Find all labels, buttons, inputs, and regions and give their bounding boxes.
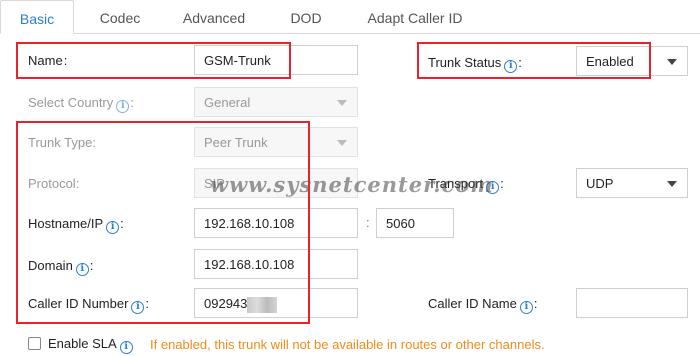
tab-codec[interactable]: Codec	[80, 0, 160, 34]
select-country-select[interactable]: General	[194, 87, 358, 117]
info-icon[interactable]: i	[519, 301, 533, 314]
tab-dod[interactable]: DOD	[276, 0, 336, 34]
select-country-label-text: Select Country	[28, 95, 114, 110]
enable-sla-label-text: Enable SLA	[48, 336, 117, 351]
enable-sla-label: Enable SLA i	[48, 336, 133, 354]
chevron-down-icon	[337, 100, 347, 106]
caller-id-name-input[interactable]	[576, 288, 688, 318]
trunk-status-highlight-box	[417, 42, 651, 79]
chevron-down-icon	[667, 59, 677, 65]
sla-hint: If enabled, this trunk will not be avail…	[150, 337, 545, 352]
port-separator: :	[366, 215, 370, 230]
info-icon[interactable]: i	[116, 100, 130, 113]
select-country-value: General	[204, 95, 251, 110]
select-country-label: Select Country i:	[28, 95, 134, 113]
enable-sla-checkbox[interactable]	[28, 337, 41, 350]
caller-id-name-label: Caller ID Name i:	[428, 296, 538, 314]
tab-adapt-caller-id[interactable]: Adapt Caller ID	[350, 0, 480, 34]
caller-id-name-label-text: Caller ID Name	[428, 296, 517, 311]
tab-basic[interactable]: Basic	[0, 0, 74, 34]
chevron-down-icon	[667, 181, 677, 187]
transport-value: UDP	[586, 176, 614, 191]
port-input[interactable]: 5060	[376, 208, 454, 238]
trunk-settings-highlight-box	[16, 121, 310, 324]
name-highlight-box	[16, 42, 291, 79]
chevron-down-icon	[337, 140, 347, 146]
transport-select[interactable]: UDP	[576, 168, 688, 198]
info-icon[interactable]: i	[119, 341, 133, 354]
tab-advanced[interactable]: Advanced	[166, 0, 262, 34]
